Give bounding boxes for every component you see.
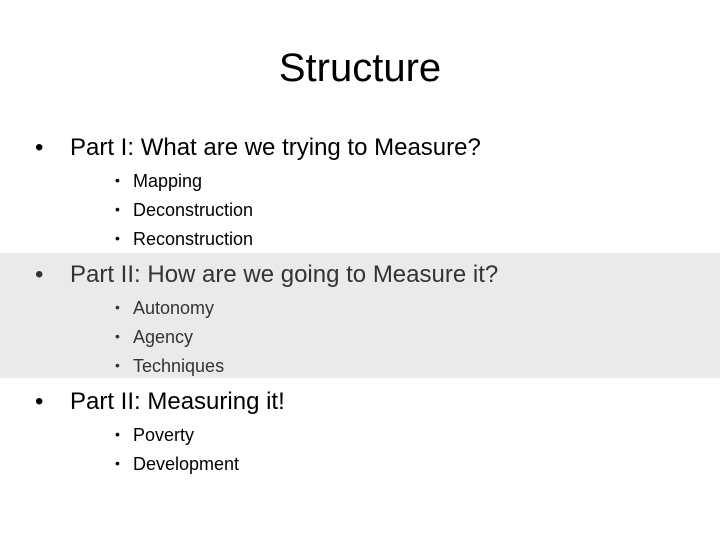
bullet-icon: • bbox=[115, 357, 120, 373]
section-heading: • Part I: What are we trying to Measure? bbox=[30, 133, 481, 163]
item-label: Poverty bbox=[133, 425, 195, 445]
list-item: • Mapping bbox=[112, 169, 202, 192]
item-label: Techniques bbox=[133, 356, 225, 376]
section-heading: • Part II: How are we going to Measure it… bbox=[30, 260, 498, 290]
bullet-icon: • bbox=[35, 134, 44, 161]
bullet-icon: • bbox=[115, 299, 120, 315]
bullet-icon: • bbox=[115, 201, 120, 217]
section-label: Part II: Measuring it! bbox=[70, 388, 285, 415]
section-label: Part I: What are we trying to Measure? bbox=[70, 134, 481, 161]
section-heading: • Part II: Measuring it! bbox=[30, 387, 285, 417]
bullet-icon: • bbox=[115, 230, 120, 246]
bullet-icon: • bbox=[35, 261, 44, 288]
list-item: • Development bbox=[112, 452, 239, 475]
list-item: • Poverty bbox=[112, 423, 194, 446]
item-label: Agency bbox=[133, 327, 194, 347]
list-item: • Autonomy bbox=[112, 296, 214, 319]
section-label: Part II: How are we going to Measure it? bbox=[70, 261, 499, 288]
item-label: Deconstruction bbox=[133, 200, 254, 220]
list-item: • Techniques bbox=[112, 354, 224, 377]
item-label: Autonomy bbox=[133, 298, 215, 318]
list-item: • Agency bbox=[112, 325, 193, 348]
list-item: • Deconstruction bbox=[112, 198, 253, 221]
bullet-icon: • bbox=[115, 455, 120, 471]
bullet-icon: • bbox=[35, 388, 44, 415]
bullet-icon: • bbox=[115, 172, 120, 188]
slide-title: Structure bbox=[278, 46, 442, 90]
list-item: • Reconstruction bbox=[112, 227, 253, 250]
item-label: Development bbox=[133, 454, 240, 474]
bullet-icon: • bbox=[115, 426, 120, 442]
bullet-icon: • bbox=[115, 328, 120, 344]
item-label: Reconstruction bbox=[133, 229, 254, 249]
item-label: Mapping bbox=[133, 171, 203, 191]
